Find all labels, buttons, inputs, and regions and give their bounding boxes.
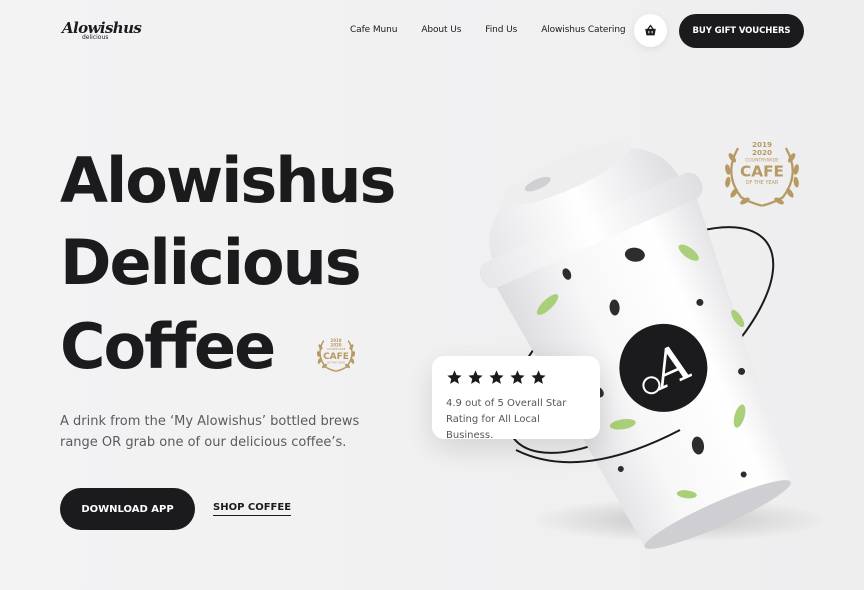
hero-title-line-3: Coffee: [60, 310, 276, 383]
buy-gift-vouchers-button[interactable]: BUY GIFT VOUCHERS: [679, 14, 804, 48]
cart-button[interactable]: [634, 14, 667, 47]
nav-item-find-us[interactable]: Find Us: [485, 25, 517, 35]
rating-card: 4.9 out of 5 Overall Star Rating for All…: [432, 356, 600, 441]
logo-subtitle: delicious: [82, 34, 109, 41]
mini-award-subtitle: OF THE YEAR: [327, 361, 345, 365]
star-icon: [489, 370, 504, 384]
cafe-of-the-year-award-icon: 2019 2020 COUNTRYWIDE CAFE OF THE YEAR: [725, 140, 799, 207]
hero-title-line-1: Alowishus: [60, 144, 396, 217]
award-year2: 2020: [752, 148, 772, 157]
page: Alowishus delicious Cafe Munu About Us F…: [0, 0, 864, 590]
nav-item-catering[interactable]: Alowishus Catering: [541, 25, 625, 35]
main-nav: Cafe Munu About Us Find Us Alowishus Cat…: [350, 25, 650, 35]
mini-award-year2: 2020: [330, 343, 341, 348]
star-icon: [447, 370, 462, 384]
award-title: CAFE: [740, 163, 784, 181]
brand-logo[interactable]: Alowishus delicious: [60, 15, 142, 47]
star-icon: [531, 370, 546, 384]
star-icon: [510, 370, 525, 384]
star-icon: [468, 370, 483, 384]
mini-award-badge-icon: 2019 2020 COUNTRYWIDE CAFE OF THE YEAR: [316, 338, 356, 372]
shop-coffee-link[interactable]: SHOP COFFEE: [213, 502, 292, 516]
basket-icon: [645, 24, 656, 36]
nav-item-about-us[interactable]: About Us: [421, 25, 461, 35]
star-rating: [446, 369, 586, 386]
award-subtitle: OF THE YEAR: [746, 180, 779, 186]
hero-description: A drink from the ‘My Alowishus’ bottled …: [60, 414, 360, 450]
nav-item-cafe-menu[interactable]: Cafe Munu: [350, 25, 397, 35]
download-app-button[interactable]: DOWNLOAD APP: [60, 488, 195, 530]
hero-title-line-2: Delicious: [60, 226, 362, 299]
mini-award-region: COUNTRYWIDE: [327, 347, 346, 351]
rating-text: 4.9 out of 5 Overall Star Rating for All…: [446, 398, 567, 441]
